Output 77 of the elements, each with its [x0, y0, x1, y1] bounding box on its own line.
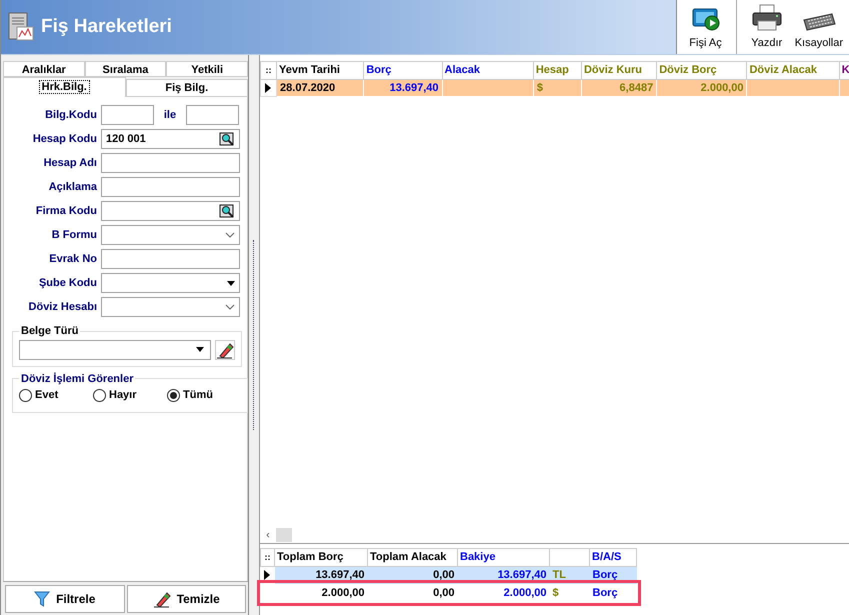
eraser-icon	[152, 590, 171, 608]
window-title: Fiş Hareketleri	[41, 14, 172, 39]
table-cell: 28.07.2020	[276, 79, 364, 96]
dropdown-arrow-icon[interactable]	[227, 280, 235, 286]
field-label: Hesap Adı	[42, 156, 98, 171]
table-row[interactable]: 28.07.2020 13.697,40 $ 6,8487 2.000,00	[260, 79, 849, 96]
dropdown-field[interactable]	[101, 225, 240, 245]
field-label: Şube Kodu	[38, 276, 98, 291]
column-header[interactable]: Döviz Kuru	[581, 62, 657, 79]
filter-button[interactable]: Filtrele	[5, 584, 124, 612]
input-field[interactable]	[186, 105, 239, 125]
field-label: Evrak No	[48, 252, 98, 267]
column-header[interactable]: Bakiye	[458, 548, 550, 566]
monitor-play-icon	[690, 6, 720, 32]
radio-button[interactable]	[19, 388, 32, 402]
toolbar-button[interactable]: Fişi Aç	[683, 0, 737, 54]
radio-option[interactable]: Tümü	[167, 387, 241, 404]
search-icon[interactable]	[219, 204, 235, 218]
eraser-icon	[216, 340, 234, 358]
clear-button[interactable]: Temizle	[126, 584, 246, 612]
column-header[interactable]: Alacak	[442, 62, 534, 79]
input-field[interactable]	[101, 249, 240, 269]
input-field[interactable]	[101, 153, 240, 173]
tab[interactable]: Hrk.Bilg.	[3, 77, 126, 97]
toolbar-button[interactable]: Yazdır	[744, 0, 789, 54]
input-field[interactable]	[101, 177, 240, 197]
report-icon	[7, 12, 35, 42]
input-field[interactable]	[101, 105, 154, 125]
chevron-down-icon[interactable]	[225, 232, 235, 238]
field-label: Firma Kodu	[34, 204, 98, 219]
field-label: Döviz Hesabı	[28, 300, 98, 315]
radio-button[interactable]	[93, 388, 106, 402]
table-cell: $	[533, 79, 582, 96]
dropdown-arrow-icon[interactable]	[196, 347, 204, 352]
printer-icon	[750, 4, 783, 32]
lookup-field[interactable]: 120 001	[101, 129, 240, 149]
keyboard-icon	[802, 12, 836, 32]
clear-button[interactable]	[215, 340, 235, 360]
group-title: Döviz İşlemi Görenler	[20, 372, 134, 386]
field-label: Açıklama	[48, 180, 98, 195]
group-title: Belge Türü	[20, 324, 80, 339]
column-header[interactable]: B/A/S	[590, 548, 636, 566]
column-header[interactable]: Yevm Tarihi	[276, 62, 364, 79]
tab[interactable]: Yetkili	[166, 61, 248, 77]
grid-corner: ::	[260, 62, 277, 79]
table-cell: 6,8487	[581, 79, 657, 96]
column-header[interactable]: Döviz Borç	[656, 62, 747, 79]
column-header[interactable]: Toplam Borç	[274, 548, 368, 566]
radio-option[interactable]: Hayır	[93, 387, 167, 404]
table-cell: 2.000,00	[656, 79, 747, 96]
dropdown-field[interactable]	[101, 297, 240, 317]
field-label: Bilg.Kodu	[44, 108, 98, 123]
column-header[interactable]: Döviz Alacak	[746, 62, 840, 79]
field-label: ile	[162, 108, 178, 123]
column-header[interactable]: Hesap	[533, 62, 582, 79]
radio-option[interactable]: Evet	[19, 387, 93, 404]
grid-corner: ::	[260, 548, 274, 566]
column-header[interactable]: Borç	[364, 62, 442, 79]
field-label: Hesap Kodu	[32, 132, 98, 147]
tab[interactable]: Fiş Bilg.	[126, 79, 248, 97]
row-indicator-icon	[265, 82, 271, 93]
dropdown-field[interactable]	[101, 273, 240, 293]
field-label: B Formu	[50, 228, 98, 243]
search-icon[interactable]	[219, 132, 235, 146]
radio-button[interactable]	[167, 388, 180, 402]
funnel-icon	[34, 590, 50, 606]
table-cell: 13.697,40	[364, 79, 442, 96]
tab[interactable]: Aralıklar	[3, 61, 85, 77]
lookup-field[interactable]	[101, 201, 240, 221]
toolbar-button[interactable]: Kısayollar	[788, 0, 849, 54]
scrollbar-thumb[interactable]	[276, 528, 292, 542]
chevron-down-icon[interactable]	[225, 304, 235, 310]
splitter-handle[interactable]	[252, 240, 256, 430]
dropdown-field[interactable]	[19, 340, 211, 360]
scroll-left-icon[interactable]: ‹	[260, 526, 276, 543]
tab[interactable]: Sıralama	[84, 61, 166, 77]
column-header[interactable]: Toplam Alacak	[368, 548, 458, 566]
